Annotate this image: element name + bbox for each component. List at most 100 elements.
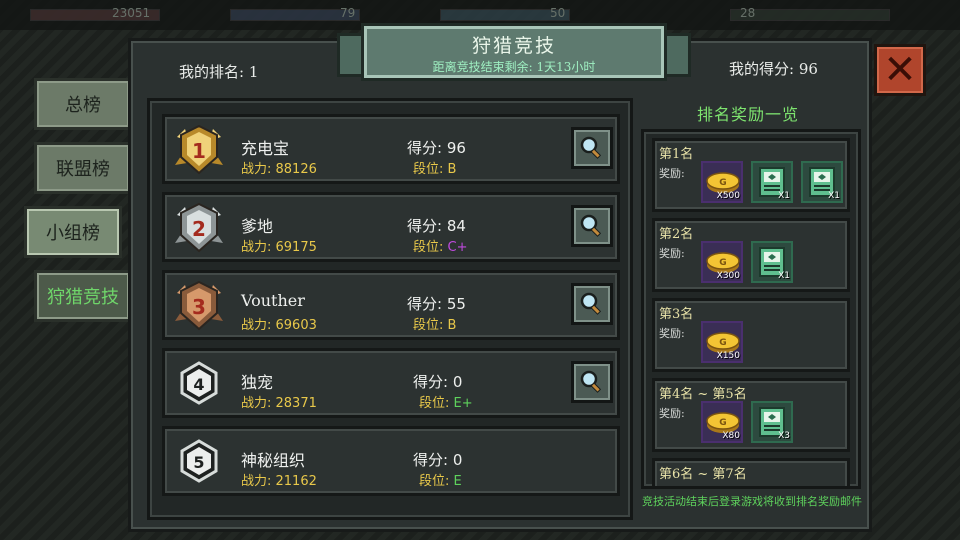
rank-badge: 2 <box>171 201 227 255</box>
item-quantity: X1 <box>828 191 840 201</box>
reward-item[interactable]: X1 <box>751 241 793 283</box>
tab-label: 狩猎竞技 <box>47 287 119 308</box>
tab-overall[interactable]: 总榜 <box>34 78 132 130</box>
ranking-row[interactable]: 1 充电宝 战力: 88126 得分: 96 段位: B <box>162 114 620 184</box>
magnifier-icon <box>580 214 602 237</box>
svg-text:2: 2 <box>192 217 206 241</box>
tier-label: 段位: <box>413 162 448 177</box>
rank-badge: 5 <box>171 435 227 489</box>
reward-card: 第4名 ~ 第5名 奖励: G X80 X3 <box>652 378 850 452</box>
item-quantity: X150 <box>716 351 740 361</box>
player-tier: 段位: B <box>413 314 456 333</box>
countdown-text: 距离竞技结束剩余: 1天13小时 <box>432 60 596 74</box>
reward-rank-range: 第3名 <box>659 307 694 322</box>
ranking-row[interactable]: 2 爹地 战力: 69175 得分: 84 段位: C+ <box>162 192 620 262</box>
reward-item[interactable]: G X150 <box>701 321 743 363</box>
combat-power: 战力: 28371 <box>241 396 317 411</box>
rank-badge: 4 <box>171 357 227 411</box>
reward-list-title: 排名奖励一览 <box>697 105 800 124</box>
inspect-player-button[interactable] <box>571 361 613 403</box>
tier-value: C+ <box>447 240 468 255</box>
combat-power: 战力: 69603 <box>241 318 317 333</box>
player-tier: 段位: C+ <box>413 236 468 255</box>
svg-text:4: 4 <box>193 375 204 394</box>
inspect-player-button[interactable] <box>571 205 613 247</box>
gold-medal-1-icon: 1 <box>175 124 223 175</box>
reward-item[interactable]: X3 <box>751 401 793 443</box>
page-title: 狩猎竞技 <box>471 35 556 57</box>
player-score: 得分: 0 <box>413 451 463 469</box>
stat-value: 79 <box>340 6 356 20</box>
reward-card: 第6名 ~ 第7名 <box>652 458 850 486</box>
reward-item[interactable]: G X80 <box>701 401 743 443</box>
magnifier-icon <box>580 292 602 315</box>
ranking-row[interactable]: 4 独宠 战力: 28371 得分: 0 段位: E+ <box>162 348 620 418</box>
svg-text:G: G <box>719 178 726 188</box>
tier-value: E <box>453 474 462 489</box>
item-quantity: X1 <box>778 271 790 281</box>
close-x-icon: ✕ <box>883 47 917 93</box>
magnifier-icon <box>580 370 602 393</box>
ranking-window: 狩猎竞技 距离竞技结束剩余: 1天13小时 我的排名: 1 我的得分: 96 1… <box>128 23 872 532</box>
hexagon-4-icon: 4 <box>180 361 218 405</box>
tab-group[interactable]: 小组榜 <box>24 206 122 258</box>
reward-item[interactable]: X1 <box>751 161 793 203</box>
player-tier: 段位: E+ <box>419 392 473 411</box>
my-rank: 我的排名: 1 <box>179 63 259 81</box>
stat-value: 50 <box>550 6 566 20</box>
reward-label: 奖励: <box>659 247 685 260</box>
player-score: 得分: 84 <box>407 217 466 235</box>
tab-label: 联盟榜 <box>56 159 110 180</box>
combat-power: 战力: 88126 <box>241 162 317 177</box>
tier-value: B <box>447 318 457 333</box>
reward-card: 第3名 奖励: G X150 <box>652 298 850 372</box>
reward-rank-range: 第4名 ~ 第5名 <box>659 387 747 402</box>
reward-footnote: 竞技活动结束后登录游戏将收到排名奖励邮件 <box>642 495 862 508</box>
hexagon-5-icon: 5 <box>180 439 218 483</box>
reward-item[interactable]: X1 <box>801 161 843 203</box>
player-name: 独宠 <box>241 373 274 392</box>
reward-list[interactable]: 第1名 奖励: G X500 X1 X1 第2名 奖励: G X300 X1 第3名… <box>641 129 861 489</box>
item-quantity: X1 <box>778 191 790 201</box>
player-score: 得分: 0 <box>413 373 463 391</box>
reward-rank-range: 第2名 <box>659 227 694 242</box>
svg-text:G: G <box>719 258 726 268</box>
player-name: 神秘组织 <box>241 451 306 470</box>
ranking-list[interactable]: 1 充电宝 战力: 88126 得分: 96 段位: B 2 爹地 战力: 69… <box>147 98 633 520</box>
stat-value: 23051 <box>112 6 151 20</box>
player-tier: 段位: B <box>413 158 456 177</box>
combat-power: 战力: 69175 <box>241 240 317 255</box>
tab-hunting-arena[interactable]: 狩猎竞技 <box>34 270 132 322</box>
bronze-medal-3-icon: 3 <box>175 280 223 331</box>
tier-value: E+ <box>453 396 473 411</box>
tier-label: 段位: <box>413 318 448 333</box>
title-banner: 狩猎竞技 距离竞技结束剩余: 1天13小时 <box>361 23 667 81</box>
player-name: 充电宝 <box>241 139 290 158</box>
ranking-row[interactable]: 3 Vouther 战力: 69603 得分: 55 段位: B <box>162 270 620 340</box>
tier-label: 段位: <box>419 396 454 411</box>
tier-label: 段位: <box>413 240 448 255</box>
reward-label: 奖励: <box>659 407 685 420</box>
reward-rank-range: 第6名 ~ 第7名 <box>659 467 747 482</box>
silver-medal-2-icon: 2 <box>175 202 223 253</box>
close-button[interactable]: ✕ <box>874 44 926 96</box>
tab-label: 总榜 <box>65 95 101 116</box>
reward-card: 第2名奖励: G X300 X1 <box>652 218 850 292</box>
tier-value: B <box>447 162 457 177</box>
reward-rank-range: 第1名 <box>659 147 694 162</box>
reward-item[interactable]: G X500 <box>701 161 743 203</box>
player-score: 得分: 96 <box>407 139 466 157</box>
inspect-player-button[interactable] <box>571 283 613 325</box>
ranking-row[interactable]: 5 神秘组织 战力: 21162 得分: 0 段位: E <box>162 426 620 496</box>
reward-label: 奖励: <box>659 167 685 180</box>
inspect-player-button[interactable] <box>571 127 613 169</box>
tier-label: 段位: <box>419 474 454 489</box>
tab-alliance[interactable]: 联盟榜 <box>34 142 132 194</box>
stat-value: 28 <box>740 6 756 20</box>
player-score: 得分: 55 <box>407 295 466 313</box>
svg-text:1: 1 <box>192 139 206 163</box>
svg-text:3: 3 <box>192 295 206 319</box>
reward-item[interactable]: G X300 <box>701 241 743 283</box>
banner-ribbon-right <box>663 33 691 77</box>
tab-label: 小组榜 <box>46 223 100 244</box>
